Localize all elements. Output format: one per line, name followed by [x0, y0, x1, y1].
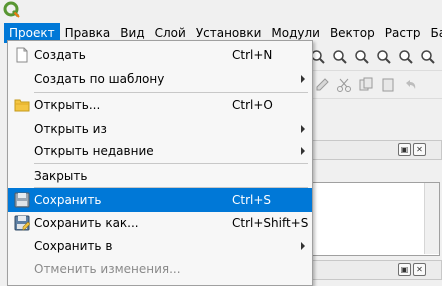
edit-paste-icon[interactable]: [380, 77, 396, 93]
panel-close-icon-2[interactable]: ✕: [413, 263, 426, 276]
zoom-out-icon[interactable]: [332, 49, 348, 65]
save-disk-icon: [14, 192, 30, 208]
menu-new[interactable]: Создать Ctrl+N: [8, 43, 312, 67]
menu-save-to[interactable]: Сохранить в: [8, 234, 312, 258]
panel-scrollbar[interactable]: [424, 183, 439, 254]
panel-float-icon-2[interactable]: ▣: [398, 263, 411, 276]
submenu-arrow-icon: [301, 125, 305, 133]
menu-new-from-template[interactable]: Создать по шаблону: [8, 67, 312, 91]
menu-open-shortcut: Ctrl+O: [232, 98, 273, 112]
zoom-full-icon[interactable]: [354, 49, 370, 65]
menu-new-label: Создать: [34, 48, 86, 62]
menu-close-label: Закрыть: [34, 169, 88, 183]
menu-save-to-label: Сохранить в: [34, 239, 113, 253]
submenu-arrow-icon: [301, 147, 305, 155]
qgis-logo-icon: [3, 1, 20, 18]
menu-save[interactable]: Сохранить Ctrl+S: [8, 188, 312, 212]
menu-new-from-template-label: Создать по шаблону: [34, 72, 165, 86]
submenu-arrow-icon: [301, 75, 305, 83]
menu-database[interactable]: База: [426, 23, 442, 43]
folder-open-icon: [14, 99, 30, 112]
menu-new-shortcut: Ctrl+N: [232, 48, 273, 62]
toolbar-row-2: [300, 72, 442, 99]
menu-open-label: Открыть...: [34, 98, 101, 112]
panel-close-icon[interactable]: ✕: [413, 143, 426, 156]
edit-pencil-icon[interactable]: [314, 77, 330, 93]
menu-vector[interactable]: Вектор: [325, 23, 380, 43]
title-bar: [0, 0, 442, 22]
panel-content-1: [304, 182, 440, 256]
menu-close[interactable]: Закрыть: [8, 164, 312, 188]
menu-raster[interactable]: Растр: [380, 23, 426, 43]
menu-revert: Отменить изменения...: [8, 257, 312, 281]
new-document-icon: [16, 47, 28, 63]
project-menu: Создать Ctrl+N Создать по шаблону Открыт…: [7, 40, 313, 286]
menu-revert-label: Отменить изменения...: [34, 262, 181, 276]
menu-open-recent-label: Открыть недавние: [34, 144, 154, 158]
edit-cut-icon[interactable]: [336, 77, 352, 93]
menu-open-from[interactable]: Открыть из: [8, 117, 312, 141]
zoom-native-icon[interactable]: [420, 49, 436, 65]
menu-save-as-shortcut: Ctrl+Shift+S: [232, 216, 309, 230]
menu-save-as[interactable]: Сохранить как... Ctrl+Shift+S: [8, 211, 312, 235]
menu-save-label: Сохранить: [34, 193, 102, 207]
edit-undo-icon[interactable]: [402, 77, 418, 93]
zoom-layer-icon[interactable]: [376, 49, 392, 65]
menu-save-as-label: Сохранить как...: [34, 216, 139, 230]
panel-float-icon[interactable]: ▣: [398, 143, 411, 156]
menu-open-recent[interactable]: Открыть недавние: [8, 139, 312, 163]
zoom-selection-icon[interactable]: [398, 49, 414, 65]
toolbar-row-1: [300, 44, 442, 71]
save-as-icon: [14, 215, 30, 231]
submenu-arrow-icon: [301, 242, 305, 250]
menu-open[interactable]: Открыть... Ctrl+O: [8, 93, 312, 117]
menu-save-shortcut: Ctrl+S: [232, 193, 272, 207]
menu-open-from-label: Открыть из: [34, 122, 107, 136]
edit-copy-icon[interactable]: [358, 77, 374, 93]
